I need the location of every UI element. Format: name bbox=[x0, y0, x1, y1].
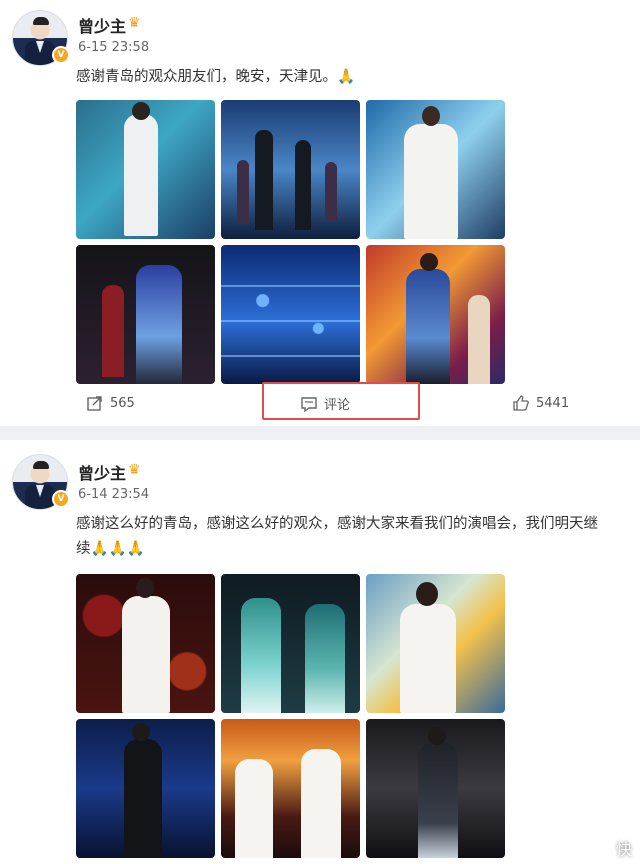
photo-thumbnail[interactable] bbox=[221, 719, 360, 858]
photo-thumbnail[interactable] bbox=[76, 100, 215, 239]
share-button[interactable]: 565 bbox=[86, 394, 135, 412]
photo-thumbnail[interactable] bbox=[366, 719, 505, 858]
crown-icon: ♛ bbox=[128, 462, 141, 478]
post-text-line-1: 感谢这么好的青岛，感谢这么好的观众，感谢大家来看我们的演唱会，我们明天继 bbox=[76, 516, 598, 532]
user-name[interactable]: 曾少主 bbox=[78, 460, 126, 484]
verified-icon: V bbox=[52, 46, 70, 64]
photo-thumbnail[interactable] bbox=[366, 245, 505, 384]
photo-thumbnail[interactable] bbox=[76, 719, 215, 858]
weibo-post: V 曾少主 ♛ 6-15 23:58 感谢青岛的观众朋友们，晚安，天津见。🙏 5… bbox=[0, 0, 640, 426]
post-time: 6-14 23:54 bbox=[78, 487, 150, 502]
like-button[interactable]: 5441 bbox=[512, 394, 569, 412]
photo-thumbnail[interactable] bbox=[221, 574, 360, 713]
weibo-post: V 曾少主 ♛ 6-14 23:54 感谢这么好的青岛，感谢这么好的观众，感谢大… bbox=[0, 440, 640, 864]
verified-icon: V bbox=[52, 490, 70, 508]
like-count: 5441 bbox=[536, 395, 570, 411]
photo-thumbnail[interactable] bbox=[221, 100, 360, 239]
share-count: 565 bbox=[110, 395, 135, 411]
crown-icon: ♛ bbox=[128, 15, 141, 31]
user-name[interactable]: 曾少主 bbox=[78, 13, 126, 37]
post-text: 感谢青岛的观众朋友们，晚安，天津见。🙏 bbox=[76, 69, 356, 85]
post-text-line-2: 续🙏🙏🙏 bbox=[76, 541, 145, 557]
action-bar: 565 评论 5441 bbox=[0, 382, 640, 426]
photo-thumbnail[interactable] bbox=[366, 100, 505, 239]
photo-thumbnail[interactable] bbox=[366, 574, 505, 713]
photo-thumbnail[interactable] bbox=[221, 245, 360, 384]
post-time: 6-15 23:58 bbox=[78, 40, 150, 55]
share-icon bbox=[87, 396, 102, 411]
photo-thumbnail[interactable] bbox=[76, 245, 215, 384]
highlight-box bbox=[262, 382, 420, 420]
watermark: 快 bbox=[615, 840, 632, 859]
photo-thumbnail[interactable] bbox=[76, 574, 215, 713]
thumbs-up-icon bbox=[513, 395, 529, 411]
